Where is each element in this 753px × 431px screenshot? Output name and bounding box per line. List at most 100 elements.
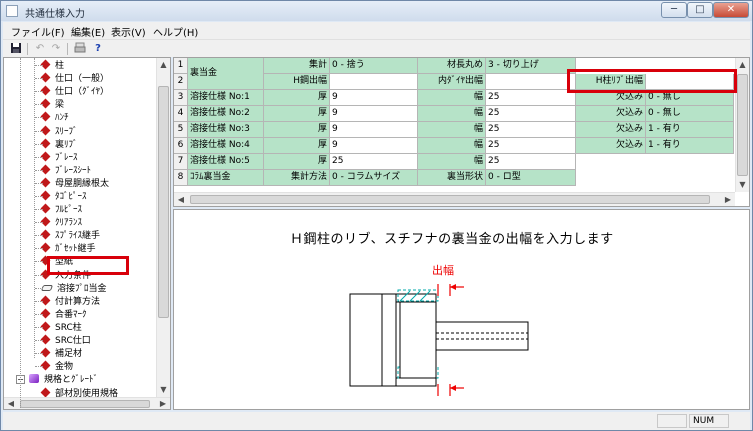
tree-item[interactable]: ﾀｺﾞﾋﾟｰｽ xyxy=(40,189,87,202)
maximize-button[interactable]: □ xyxy=(687,2,713,18)
app-icon xyxy=(6,5,18,17)
column-ura-label: ｺﾗﾑ裏当金 xyxy=(188,170,264,186)
thickness-input[interactable]: 9 xyxy=(330,90,418,106)
shuukei-value[interactable]: 0 - 捨う xyxy=(330,58,418,74)
tree-item[interactable]: ｸﾘｱﾗﾝｽ xyxy=(40,215,82,228)
tree-group-label: 規格とｸﾞﾚｰﾄﾞ xyxy=(44,375,99,385)
scroll-right-icon[interactable]: ▶ xyxy=(721,193,735,206)
status-bar: NUM xyxy=(3,412,750,430)
thickness-input[interactable]: 9 xyxy=(330,122,418,138)
width-label: 幅 xyxy=(418,138,486,154)
tree-item[interactable]: ﾌﾙﾋﾟｰｽ xyxy=(40,202,82,215)
width-input[interactable]: 25 xyxy=(486,90,576,106)
notch-value[interactable]: 0 - 無し xyxy=(646,106,734,122)
tree-item[interactable]: 母屋胴縁根太 xyxy=(40,176,109,189)
thickness-input[interactable]: 25 xyxy=(330,154,418,170)
menu-file[interactable]: ファイル(F) xyxy=(11,24,65,39)
tree-item[interactable]: ｶﾞｾｯﾄ継手 xyxy=(40,241,96,254)
close-button[interactable]: ✕ xyxy=(713,2,749,18)
help-icon[interactable]: ? xyxy=(91,42,105,56)
thickness-input[interactable]: 9 xyxy=(330,106,418,122)
weld-spec-label: 溶接仕様 No:4 xyxy=(188,138,264,154)
tree-item[interactable]: 仕口（ｸﾞｲﾔ） xyxy=(40,84,109,97)
scroll-down-icon[interactable]: ▼ xyxy=(157,383,170,397)
width-input[interactable]: 25 xyxy=(486,106,576,122)
notch-value[interactable]: 1 - 有り xyxy=(646,122,734,138)
tree-item-label: 柱 xyxy=(55,61,65,71)
scroll-right-icon[interactable]: ▶ xyxy=(156,397,170,409)
tree-item[interactable]: 合番ﾏｰｸ xyxy=(40,307,87,320)
width-label: 幅 xyxy=(418,106,486,122)
tree-item[interactable]: 溶接ﾌﾟﾛ当金 xyxy=(40,281,107,294)
width-input[interactable]: 25 xyxy=(486,122,576,138)
thickness-label: 厚 xyxy=(264,90,330,106)
menu-bar: ファイル(F) 編集(E) 表示(V) ヘルプ(H) xyxy=(3,22,750,39)
menu-view[interactable]: 表示(V) xyxy=(111,24,146,39)
tree-item[interactable]: 仕口（一般） xyxy=(40,71,109,84)
tree-item[interactable]: 金物 xyxy=(40,359,74,372)
tree-item-label: ｶﾞｾｯﾄ継手 xyxy=(55,244,96,254)
h-deb-input[interactable] xyxy=(330,74,418,90)
tree-item[interactable]: SRC仕口 xyxy=(40,333,91,346)
thickness-input[interactable]: 9 xyxy=(330,138,418,154)
weld-spec-label: 溶接仕様 No:1 xyxy=(188,90,264,106)
width-input[interactable]: 25 xyxy=(486,154,576,170)
thickness-label: 厚 xyxy=(264,154,330,170)
scroll-up-icon[interactable]: ▲ xyxy=(736,58,749,72)
scroll-left-icon[interactable]: ◀ xyxy=(4,397,18,409)
width-input[interactable]: 25 xyxy=(486,138,576,154)
tree-item[interactable]: 入力条件 xyxy=(40,268,91,281)
tree-item[interactable]: ｽﾘｰﾌﾞ xyxy=(40,124,78,137)
tree-item-label: 裏ﾘﾌﾞ xyxy=(55,140,78,150)
tree-item[interactable]: 裏ﾘﾌﾞ xyxy=(40,137,78,150)
undo-icon[interactable]: ↶ xyxy=(33,42,47,56)
tree-item-label: ﾌﾞﾚｰｽ xyxy=(55,153,78,163)
minimize-button[interactable]: ─ xyxy=(661,2,687,18)
tree-item[interactable]: ｽﾌﾟﾗｲｽ継手 xyxy=(40,228,100,241)
hscroll-thumb[interactable] xyxy=(20,400,150,408)
print-icon[interactable] xyxy=(73,42,87,56)
scroll-left-icon[interactable]: ◀ xyxy=(174,193,188,206)
window-title: 共通仕様入力 xyxy=(25,9,85,20)
tree-vscrollbar[interactable]: ▲ ▼ xyxy=(156,58,170,397)
notch-label: 欠込み xyxy=(576,122,646,138)
tree-item[interactable]: SRC柱 xyxy=(40,320,82,333)
scroll-thumb[interactable] xyxy=(737,74,748,176)
h-rib-input[interactable] xyxy=(646,74,734,90)
grid-hscrollbar[interactable]: ◀ ▶ xyxy=(174,192,735,206)
uchi-input[interactable] xyxy=(486,74,576,90)
grid-vscrollbar[interactable]: ▲ ▼ xyxy=(735,58,749,192)
zaichou-value[interactable]: 3 - 切り上げ xyxy=(486,58,576,74)
tree-item[interactable]: 梁 xyxy=(40,97,65,110)
tree-item[interactable]: ﾌﾞﾚｰｽｼｰﾄ xyxy=(40,163,91,176)
thickness-label: 厚 xyxy=(264,106,330,122)
tree-hscrollbar[interactable]: ◀ ▶ xyxy=(4,397,170,409)
scroll-down-icon[interactable]: ▼ xyxy=(736,178,749,192)
scroll-up-icon[interactable]: ▲ xyxy=(157,58,170,72)
menu-edit[interactable]: 編集(E) xyxy=(71,24,105,39)
shape-value[interactable]: 0 - ロ型 xyxy=(486,170,576,186)
tree-item[interactable]: ﾌﾞﾚｰｽ xyxy=(40,150,78,163)
tree-item-label: 梁 xyxy=(55,100,65,110)
menu-help[interactable]: ヘルプ(H) xyxy=(153,24,198,39)
save-icon[interactable] xyxy=(9,42,23,56)
spec-grid: 1 2 3 4 5 6 7 8 裏当金 集計 0 - 捨う 材長丸め 3 - 切… xyxy=(173,57,750,207)
tree-group[interactable]: − 規格とｸﾞﾚｰﾄﾞ xyxy=(16,372,98,385)
notch-value[interactable]: 1 - 有り xyxy=(646,138,734,154)
notch-value[interactable]: 0 - 無し xyxy=(646,90,734,106)
toolbar: ↶ ↷ ? xyxy=(3,39,750,57)
row-number: 5 xyxy=(174,122,188,138)
tree-item[interactable]: 付計算方法 xyxy=(40,294,100,307)
tree-item-label: 金物 xyxy=(55,362,74,372)
tree-item[interactable]: 柱 xyxy=(40,58,65,71)
width-label: 幅 xyxy=(418,90,486,106)
redo-icon[interactable]: ↷ xyxy=(49,42,63,56)
method-value[interactable]: 0 - コラムサイズ xyxy=(330,170,418,186)
tree-item-label: SRC仕口 xyxy=(55,336,91,346)
tree-item[interactable]: ﾊﾝﾁ xyxy=(40,110,69,123)
tree-item[interactable]: 型紙 xyxy=(40,254,73,267)
scroll-thumb[interactable] xyxy=(158,86,169,318)
tree-item[interactable]: 補足材 xyxy=(40,346,82,359)
hscroll-thumb[interactable] xyxy=(190,195,710,204)
notch-label: 欠込み xyxy=(576,106,646,122)
